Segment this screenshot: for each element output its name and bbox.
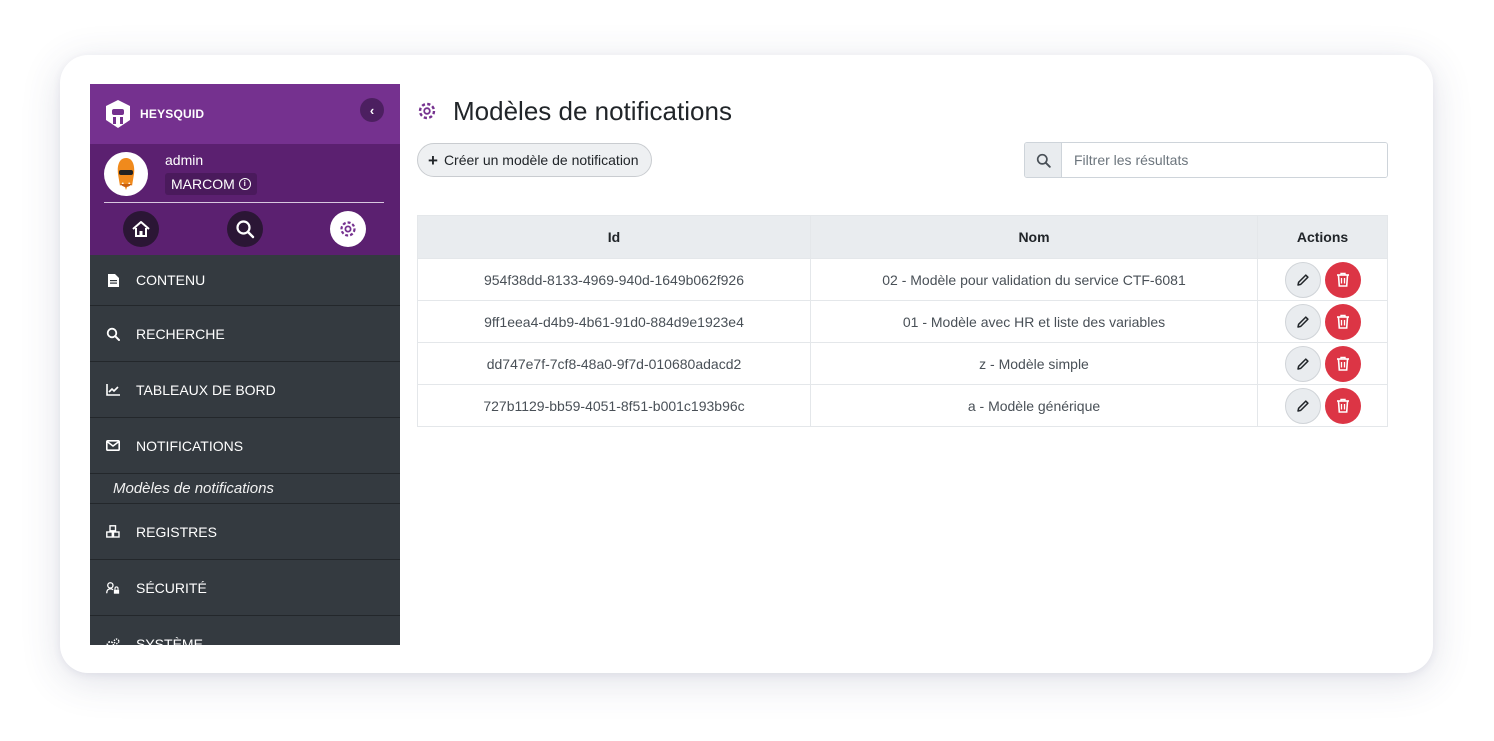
pencil-icon — [1296, 399, 1309, 412]
sidebar-collapse-button[interactable]: ‹ — [360, 98, 384, 122]
sidebar-item-contenu[interactable]: CONTENU — [90, 255, 400, 306]
pencil-icon — [1296, 273, 1309, 286]
app-window: HEYSQUID ‹ admin MARCOM i CONTENU RECHER… — [60, 55, 1433, 673]
quick-nav — [90, 211, 400, 249]
user-lock-icon — [106, 581, 120, 595]
sidebar-item-notifications[interactable]: NOTIFICATIONS — [90, 418, 400, 474]
cell-actions — [1257, 384, 1388, 427]
delete-button[interactable] — [1324, 261, 1361, 298]
sidebar-item-recherche[interactable]: RECHERCHE — [90, 306, 400, 362]
user-organization[interactable]: MARCOM i — [165, 173, 257, 195]
settings-button[interactable] — [330, 211, 366, 247]
gears-icon — [106, 637, 120, 645]
pencil-icon — [1296, 315, 1309, 328]
table-row[interactable]: 727b1129-bb59-4051-8f51-b001c193b96c a -… — [417, 384, 1388, 427]
create-notification-template-button[interactable]: + Créer un modèle de notification — [417, 143, 652, 177]
table-header-row: Id Nom Actions — [417, 215, 1388, 259]
column-header-actions: Actions — [1257, 215, 1388, 259]
templates-table: Id Nom Actions 954f38dd-8133-4969-940d-1… — [417, 215, 1388, 427]
search-icon — [236, 220, 255, 239]
cell-name: 01 - Modèle avec HR et liste des variabl… — [810, 300, 1258, 343]
cell-id: 9ff1eea4-d4b9-4b61-91d0-884d9e1923e4 — [417, 300, 811, 343]
gear-icon — [418, 102, 436, 120]
sidebar-item-systeme[interactable]: SYSTÈME — [90, 616, 400, 645]
cell-name: z - Modèle simple — [810, 342, 1258, 385]
user-panel: admin MARCOM i — [90, 144, 400, 255]
search-icon — [1025, 143, 1062, 177]
cubes-icon — [106, 525, 120, 539]
cell-name: a - Modèle générique — [810, 384, 1258, 427]
delete-button[interactable] — [1324, 303, 1361, 340]
chart-line-icon — [106, 383, 120, 397]
sidebar-item-securite[interactable]: SÉCURITÉ — [90, 560, 400, 616]
plus-icon: + — [428, 150, 438, 170]
pencil-icon — [1296, 357, 1309, 370]
gear-icon — [340, 221, 356, 237]
column-header-id[interactable]: Id — [417, 215, 811, 259]
page-title: Modèles de notifications — [453, 95, 732, 126]
sidebar-item-label: NOTIFICATIONS — [136, 437, 244, 454]
trash-icon — [1336, 356, 1349, 371]
table-row[interactable]: dd747e7f-7cf8-48a0-9f7d-010680adacd2 z -… — [417, 342, 1388, 385]
submenu-item-label: Modèles de notifications — [113, 480, 274, 497]
cell-id: 954f38dd-8133-4969-940d-1649b062f926 — [417, 258, 811, 301]
brand-name: HEYSQUID — [140, 107, 205, 121]
cell-id: 727b1129-bb59-4051-8f51-b001c193b96c — [417, 384, 811, 427]
trash-icon — [1336, 272, 1349, 287]
sidebar-item-label: REGISTRES — [136, 523, 217, 540]
edit-button[interactable] — [1284, 261, 1321, 298]
delete-button[interactable] — [1324, 345, 1361, 382]
search-button[interactable] — [227, 211, 263, 247]
cell-actions — [1257, 342, 1388, 385]
sidebar: HEYSQUID ‹ admin MARCOM i CONTENU RECHER… — [90, 84, 400, 645]
chevron-left-icon: ‹ — [369, 102, 375, 118]
cell-name: 02 - Modèle pour validation du service C… — [810, 258, 1258, 301]
table-row[interactable]: 954f38dd-8133-4969-940d-1649b062f926 02 … — [417, 258, 1388, 301]
trash-icon — [1336, 398, 1349, 413]
avatar[interactable] — [104, 152, 148, 196]
sidebar-item-registres[interactable]: REGISTRES — [90, 504, 400, 560]
document-icon — [106, 273, 120, 287]
sidebar-item-label: RECHERCHE — [136, 325, 225, 342]
home-button[interactable] — [123, 211, 159, 247]
sidebar-item-label: CONTENU — [136, 272, 206, 288]
sidebar-item-tableaux-de-bord[interactable]: TABLEAUX DE BORD — [90, 362, 400, 418]
search-icon — [106, 327, 120, 341]
filter-search — [1024, 142, 1388, 178]
filter-input[interactable] — [1062, 143, 1387, 177]
cell-actions — [1257, 300, 1388, 343]
sidebar-menu: CONTENU RECHERCHE TABLEAUX DE BORD NOTIF… — [90, 255, 400, 645]
edit-button[interactable] — [1284, 387, 1321, 424]
table-row[interactable]: 9ff1eea4-d4b9-4b61-91d0-884d9e1923e4 01 … — [417, 300, 1388, 343]
edit-button[interactable] — [1284, 303, 1321, 340]
page-header: Modèles de notifications — [417, 96, 732, 126]
submenu-item-modeles-de-notifications[interactable]: Modèles de notifications — [90, 474, 400, 504]
home-icon — [132, 221, 150, 237]
create-button-label: Créer un modèle de notification — [443, 152, 639, 168]
column-header-name[interactable]: Nom — [810, 215, 1258, 259]
heysquid-logo-icon — [104, 99, 132, 129]
main-content: Modèles de notifications + Créer un modè… — [417, 84, 1388, 673]
cell-id: dd747e7f-7cf8-48a0-9f7d-010680adacd2 — [417, 342, 811, 385]
sidebar-item-label: TABLEAUX DE BORD — [136, 381, 276, 398]
info-icon: i — [238, 178, 251, 190]
cell-actions — [1257, 258, 1388, 301]
user-name: admin — [165, 152, 204, 168]
edit-button[interactable] — [1284, 345, 1321, 382]
delete-button[interactable] — [1324, 387, 1361, 424]
envelope-icon — [106, 439, 120, 453]
brand-bar: HEYSQUID ‹ — [90, 84, 400, 144]
squid-avatar-icon — [117, 158, 135, 190]
sidebar-item-label: SÉCURITÉ — [136, 579, 207, 596]
divider — [104, 202, 384, 203]
organization-label: MARCOM — [171, 176, 235, 192]
trash-icon — [1336, 314, 1349, 329]
sidebar-item-label: SYSTÈME — [136, 635, 203, 646]
